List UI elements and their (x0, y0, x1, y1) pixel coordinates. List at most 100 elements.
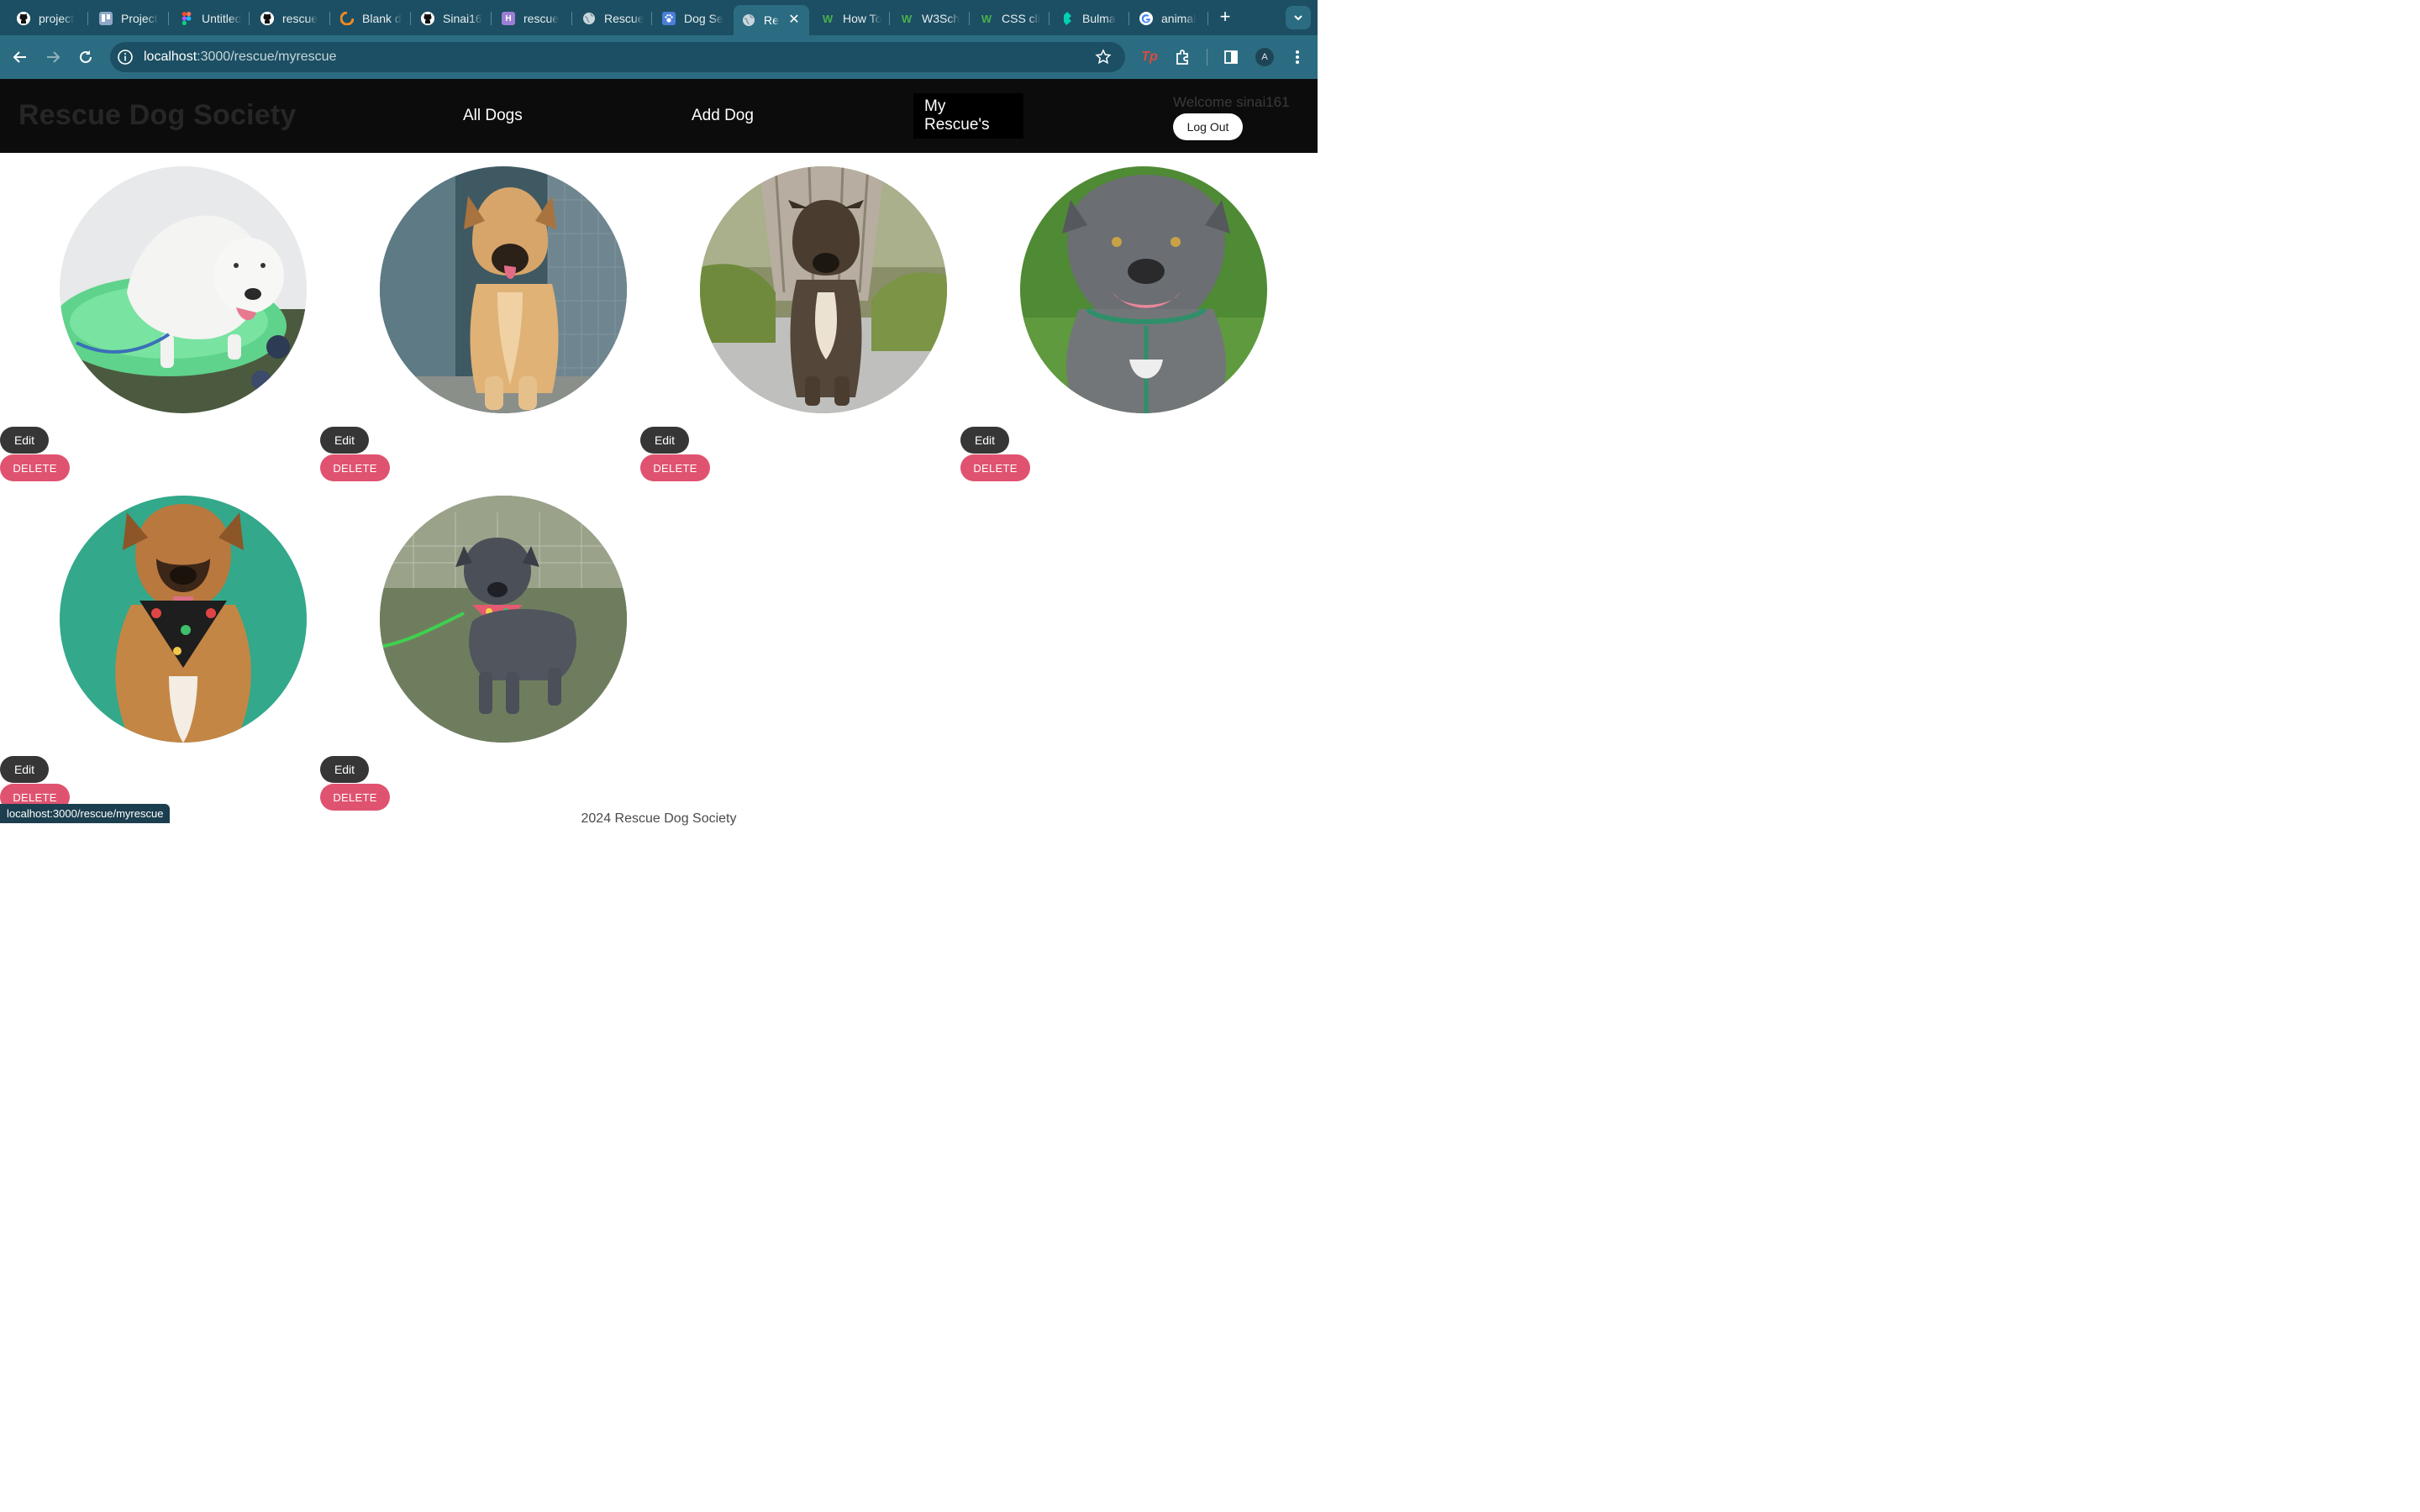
tan-shepherd-mix-sitting-image (380, 166, 627, 413)
more-menu-icon[interactable] (1287, 47, 1307, 67)
tab-divider (168, 12, 169, 25)
tab-label: Sinai16 (443, 12, 482, 25)
browser-tab[interactable]: Rescue (582, 6, 644, 31)
dog-photo (60, 496, 307, 743)
browser-tab[interactable]: Untitled (180, 6, 244, 31)
site-info-icon[interactable] (117, 49, 134, 66)
arrow-right-icon (47, 51, 60, 63)
github-icon (260, 12, 274, 25)
tab-label: Bulma (1082, 12, 1116, 25)
site-header: Rescue Dog Society All Dogs Add Dog My R… (0, 79, 1318, 153)
site-title[interactable]: Rescue Dog Society (18, 99, 297, 132)
address-bar[interactable]: localhost:3000/rescue/myrescue (110, 42, 1125, 72)
extension-tp-icon[interactable]: Tp (1139, 47, 1160, 67)
edit-button[interactable]: Edit (320, 427, 369, 454)
browser-tab[interactable]: Project (99, 6, 161, 31)
dog-photo (700, 166, 947, 413)
browser-tab[interactable]: Dog Se (662, 6, 724, 31)
trello-icon (99, 12, 113, 25)
profile-avatar[interactable]: A (1255, 48, 1274, 66)
tab-label: rescue (523, 12, 560, 25)
tab-divider (889, 12, 890, 25)
tab-divider (651, 12, 652, 25)
url-text[interactable]: localhost:3000/rescue/myrescue (144, 50, 336, 65)
dog-card: Edit DELETE (960, 153, 1281, 482)
globe-icon (742, 13, 755, 27)
browser-tab[interactable]: Bulma (1060, 6, 1123, 31)
close-icon[interactable]: ✕ (786, 11, 802, 28)
dog-photo (60, 166, 307, 413)
tab-divider (1049, 12, 1050, 25)
tab-label: Re (764, 13, 779, 27)
url-path: :3000/rescue/myrescue (197, 50, 337, 64)
new-tab-button[interactable]: + (1215, 8, 1235, 28)
edit-button[interactable]: Edit (640, 427, 689, 454)
figma-icon (180, 12, 193, 25)
reload-button[interactable] (76, 47, 96, 67)
browser-tab[interactable]: W CSS cli (980, 6, 1042, 31)
tab-divider (571, 12, 572, 25)
tan-mastiff-with-bandana-image (60, 496, 307, 743)
delete-button[interactable]: DELETE (960, 454, 1030, 481)
browser-tab[interactable]: W How To (821, 6, 883, 31)
dog-photo (380, 496, 627, 743)
gray-pitbull-on-grass-image (1020, 166, 1267, 413)
browser-tab-active[interactable]: Re ✕ (734, 5, 809, 35)
browser-tab[interactable]: rescue (260, 6, 323, 31)
browser-tab[interactable]: project (17, 6, 79, 31)
chevron-down-icon (1294, 15, 1302, 21)
edit-button[interactable]: Edit (0, 427, 49, 454)
github-icon (17, 12, 30, 25)
tab-divider (969, 12, 970, 25)
dog-card: Edit DELETE (0, 482, 320, 811)
dog-card: Edit DELETE (0, 153, 320, 482)
welcome-text: Welcome sinai161 (1173, 94, 1290, 110)
edit-button[interactable]: Edit (960, 427, 1009, 454)
browser-tab[interactable]: W W3Sch (900, 6, 962, 31)
tab-label: Blank d (362, 12, 402, 25)
browser-tab[interactable]: H rescue (502, 6, 564, 31)
nav-all-dogs[interactable]: All Dogs (452, 93, 534, 139)
browser-tab[interactable]: Sinai16 (421, 6, 483, 31)
delete-button[interactable]: DELETE (320, 454, 390, 481)
tab-label: Project (121, 12, 158, 25)
logout-button[interactable]: Log Out (1173, 113, 1243, 140)
tab-label: rescue (282, 12, 318, 25)
tab-label: Dog Se (684, 12, 723, 25)
bulma-icon (1060, 12, 1074, 25)
link-status-bubble: localhost:3000/rescue/myrescue (0, 804, 171, 823)
brindle-dog-by-tree-image (700, 166, 947, 413)
browser-toolbar: localhost:3000/rescue/myrescue Tp A (0, 35, 1318, 79)
tab-label: W3Sch (922, 12, 960, 25)
browser-tab[interactable]: Blank d (340, 6, 402, 31)
delete-button[interactable]: DELETE (0, 454, 70, 481)
side-panel-icon[interactable] (1221, 47, 1241, 67)
github-icon (421, 12, 434, 25)
edit-button[interactable]: Edit (0, 756, 49, 783)
extensions-puzzle-icon[interactable] (1173, 47, 1193, 67)
tab-divider (329, 12, 330, 25)
google-icon (1139, 12, 1153, 25)
tab-search-button[interactable] (1286, 6, 1311, 29)
w3schools-icon: W (981, 12, 992, 25)
browser-tab[interactable]: animal (1139, 6, 1202, 31)
tab-divider (249, 12, 250, 25)
dog-card: Edit DELETE (320, 153, 640, 482)
delete-button[interactable]: DELETE (640, 454, 710, 481)
heroku-icon: H (502, 12, 515, 25)
dog-card: Edit DELETE (640, 153, 960, 482)
back-button[interactable] (10, 47, 30, 67)
nav-my-rescues[interactable]: My Rescue's (913, 93, 1023, 139)
nav-add-dog[interactable]: Add Dog (681, 93, 765, 139)
browser-tab-strip: project Project Untitled rescue Blank d … (0, 0, 1318, 35)
w3schools-icon: W (901, 12, 913, 25)
reload-icon (80, 50, 92, 63)
tab-label: Rescue (604, 12, 644, 25)
edit-button[interactable]: Edit (320, 756, 369, 783)
bookmark-star-icon[interactable] (1095, 49, 1112, 66)
paw-icon (662, 12, 676, 25)
delete-button[interactable]: DELETE (320, 784, 390, 811)
url-host: localhost (144, 50, 197, 64)
forward-button[interactable] (43, 47, 63, 67)
footer-text: 2024 Rescue Dog Society (581, 811, 737, 826)
